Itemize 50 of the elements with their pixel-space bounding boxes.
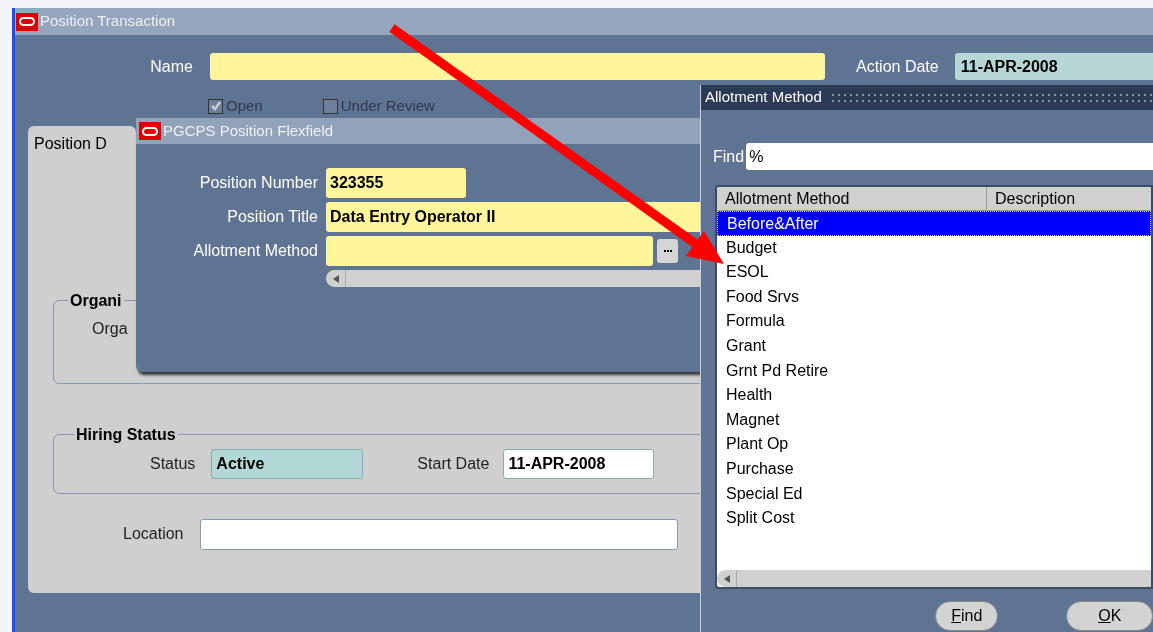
left-arrow-icon: [723, 574, 730, 583]
left-arrow-icon: [332, 274, 339, 283]
oracle-icon: [16, 12, 38, 31]
horizontal-scrollbar[interactable]: [326, 270, 700, 287]
list-row[interactable]: Magnet: [717, 407, 1151, 433]
field-label: Name: [149, 56, 194, 77]
field-label: Find: [713, 146, 745, 167]
list-row[interactable]: Health: [717, 383, 1151, 408]
list-row[interactable]: Grnt Pd Retire: [717, 358, 1151, 384]
field-label: Position Title: [226, 207, 318, 227]
list-row[interactable]: Food Srvs: [717, 284, 1151, 310]
text-field[interactable]: Data Entry Operator II: [326, 202, 700, 232]
start-date-field[interactable]: 11-APR-2008: [503, 448, 655, 479]
list-row[interactable]: Special Ed: [717, 481, 1151, 507]
field-label: Action Date: [856, 56, 939, 77]
field-label: Status: [150, 453, 196, 474]
list-row[interactable]: Formula: [717, 309, 1151, 334]
list-row[interactable]: Before&After: [717, 211, 1151, 236]
list-row[interactable]: Plant Op: [717, 432, 1151, 457]
checkbox[interactable]: [208, 98, 223, 114]
text-field[interactable]: [326, 236, 653, 266]
list-row[interactable]: Purchase: [717, 456, 1151, 482]
checkbox-label: Open: [226, 96, 263, 116]
window-title: PGCPS Position Flexfield: [163, 120, 334, 141]
list-button[interactable]: [657, 239, 678, 263]
name-field[interactable]: [210, 53, 825, 80]
action-date-field[interactable]: 11-APR-2008: [954, 53, 1153, 80]
list-row[interactable]: Split Cost: [717, 506, 1151, 531]
list-row[interactable]: Budget: [717, 235, 1151, 261]
column-header: Description: [994, 189, 1077, 209]
window-title: Allotment Method: [705, 87, 822, 108]
list-row[interactable]: ESOL: [717, 260, 1151, 285]
location-field[interactable]: [199, 518, 678, 550]
tab[interactable]: Position D: [28, 125, 136, 160]
checkbox[interactable]: [322, 98, 338, 114]
dialog-button[interactable]: Find: [935, 601, 999, 631]
checkbox-label: Under Review: [340, 96, 435, 116]
dialog-button[interactable]: OK: [1066, 601, 1153, 631]
field-label: Orga: [92, 318, 128, 339]
find-field[interactable]: %: [746, 143, 1153, 170]
field-label: Allotment Method: [192, 241, 318, 261]
text-field[interactable]: 323355: [326, 168, 466, 198]
list-row[interactable]: Grant: [717, 333, 1151, 359]
field-label: Start Date: [417, 453, 490, 474]
horizontal-scrollbar[interactable]: [717, 570, 1151, 587]
field-label: Position Number: [198, 173, 318, 193]
oracle-icon: [139, 122, 161, 140]
status-field[interactable]: Active: [211, 448, 364, 479]
field-label: Location: [123, 524, 184, 544]
window-title: Position Transaction: [40, 11, 176, 32]
